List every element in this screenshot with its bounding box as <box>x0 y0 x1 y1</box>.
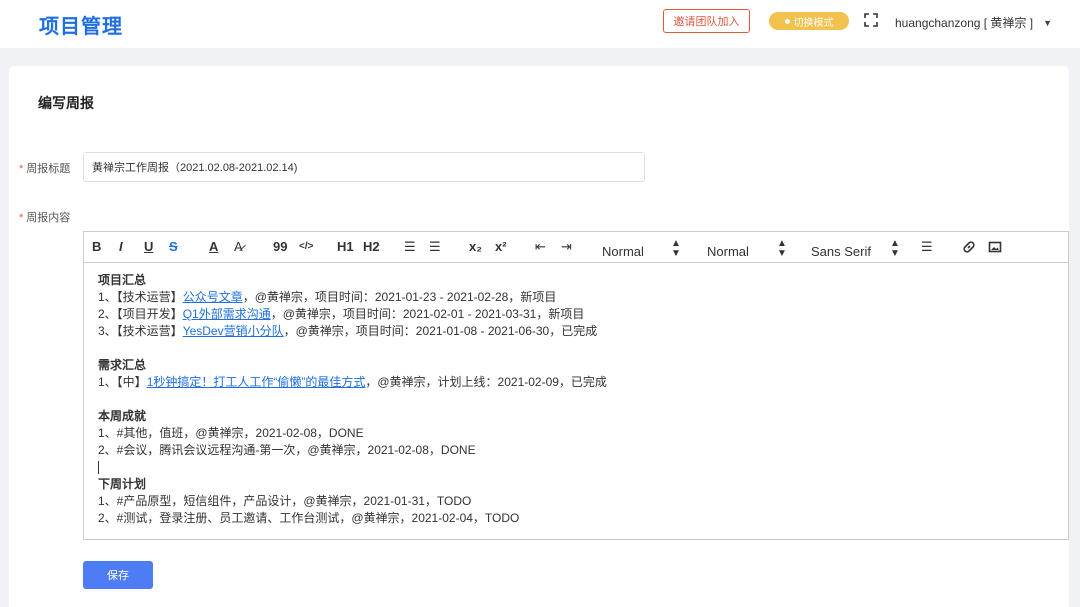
report-content-label: * 周报内容 <box>19 212 71 224</box>
list-item: 1、#其他，值班，@黄禅宗，2021-02-08，DONE <box>98 426 364 440</box>
text-color-button[interactable]: A <box>209 239 218 255</box>
background-color-button[interactable]: A̷ <box>234 239 243 255</box>
ordered-list-icon[interactable]: ☰ <box>404 239 416 255</box>
h2-button[interactable]: H2 <box>363 239 380 255</box>
report-title-input[interactable] <box>83 152 645 182</box>
header-select[interactable]: Normal <box>707 244 749 259</box>
user-name: huangchanzong [ 黄禅宗 ] <box>895 16 1034 30</box>
requirement-link[interactable]: 1秒钟搞定！打工人工作“偷懒”的最佳方式 <box>147 375 366 389</box>
code-button[interactable]: </> <box>299 239 313 255</box>
text-cursor <box>98 461 99 475</box>
list-item: 1、【中】1秒钟搞定！打工人工作“偷懒”的最佳方式，@黄禅宗，计划上线：2021… <box>98 375 607 389</box>
list-item: 3、【技术运营】YesDev营销小分队，@黄禅宗，项目时间：2021-01-08… <box>98 324 598 338</box>
list-item: 2、#会议，腾讯会议远程沟通-第一次，@黄禅宗，2021-02-08，DONE <box>98 443 476 457</box>
section-heading: 下周计划 <box>98 477 147 491</box>
page-title: 编写周报 <box>38 95 94 111</box>
list-item: 1、【技术运营】公众号文章，@黄禅宗，项目时间：2021-01-23 - 202… <box>98 290 557 304</box>
image-icon[interactable] <box>988 240 1002 254</box>
list-item: 2、#测试，登录注册、员工邀请、工作台测试，@黄禅宗，2021-02-04，TO… <box>98 511 520 525</box>
section-heading: 项目汇总 <box>98 273 147 287</box>
section-heading: 本周成就 <box>98 409 147 423</box>
subscript-button[interactable]: x₂ <box>469 239 482 255</box>
user-menu[interactable]: huangchanzong [ 黄禅宗 ] ▼ <box>895 14 1052 31</box>
top-header: 项目管理 邀请团队加入 切换模式 huangchanzong [ 黄禅宗 ] ▼ <box>0 0 1080 48</box>
list-item: 2、【项目开发】Q1外部需求沟通，@黄禅宗，项目时间：2021-02-01 - … <box>98 307 585 321</box>
align-icon[interactable]: ☰ <box>921 239 933 255</box>
switch-mode-button[interactable]: 切换模式 <box>769 12 849 30</box>
section-heading: 需求汇总 <box>98 358 147 372</box>
header-select-arrow-icon: ▲ ▼ <box>777 238 787 259</box>
report-title-label: * 周报标题 <box>19 163 71 175</box>
text-cursor-line <box>98 459 1048 476</box>
editor-toolbar: B I U S A A̷ 99 </> H1 H2 ☰ ☰ x₂ x² ⇤ ⇥ … <box>84 232 1068 263</box>
chevron-down-icon: ▼ <box>1043 17 1053 28</box>
list-item: 1、#产品原型，短信组件，产品设计，@黄禅宗，2021-01-31，TODO <box>98 494 472 508</box>
invite-team-button[interactable]: 邀请团队加入 <box>663 9 750 33</box>
bold-button[interactable]: B <box>92 239 101 255</box>
switch-mode-label: 切换模式 <box>793 17 834 29</box>
underline-button[interactable]: U <box>144 239 153 255</box>
outdent-icon[interactable]: ⇤ <box>535 239 546 255</box>
project-link[interactable]: Q1外部需求沟通 <box>183 307 271 321</box>
h1-button[interactable]: H1 <box>337 239 354 255</box>
project-link[interactable]: YesDev营销小分队 <box>183 324 284 338</box>
superscript-button[interactable]: x² <box>495 239 507 255</box>
strike-button[interactable]: S <box>169 239 178 255</box>
size-select-arrow-icon: ▲ ▼ <box>671 238 681 259</box>
font-select[interactable]: Sans Serif <box>811 244 871 259</box>
bullet-list-icon[interactable]: ☰ <box>429 239 441 255</box>
mode-dot-icon <box>784 18 790 24</box>
fullscreen-icon[interactable] <box>864 13 878 27</box>
link-icon[interactable] <box>962 240 976 254</box>
rich-text-editor[interactable]: B I U S A A̷ 99 </> H1 H2 ☰ ☰ x₂ x² ⇤ ⇥ … <box>83 231 1069 540</box>
blockquote-button[interactable]: 99 <box>273 239 287 255</box>
italic-button[interactable]: I <box>119 239 123 255</box>
font-select-arrow-icon: ▲ ▼ <box>890 238 900 259</box>
app-title: 项目管理 <box>39 16 123 38</box>
indent-icon[interactable]: ⇥ <box>561 239 572 255</box>
save-button[interactable]: 保存 <box>83 561 153 589</box>
editor-content[interactable]: 项目汇总 1、【技术运营】公众号文章，@黄禅宗，项目时间：2021-01-23 … <box>98 272 1048 527</box>
size-select[interactable]: Normal <box>602 244 644 259</box>
project-link[interactable]: 公众号文章 <box>183 290 243 304</box>
